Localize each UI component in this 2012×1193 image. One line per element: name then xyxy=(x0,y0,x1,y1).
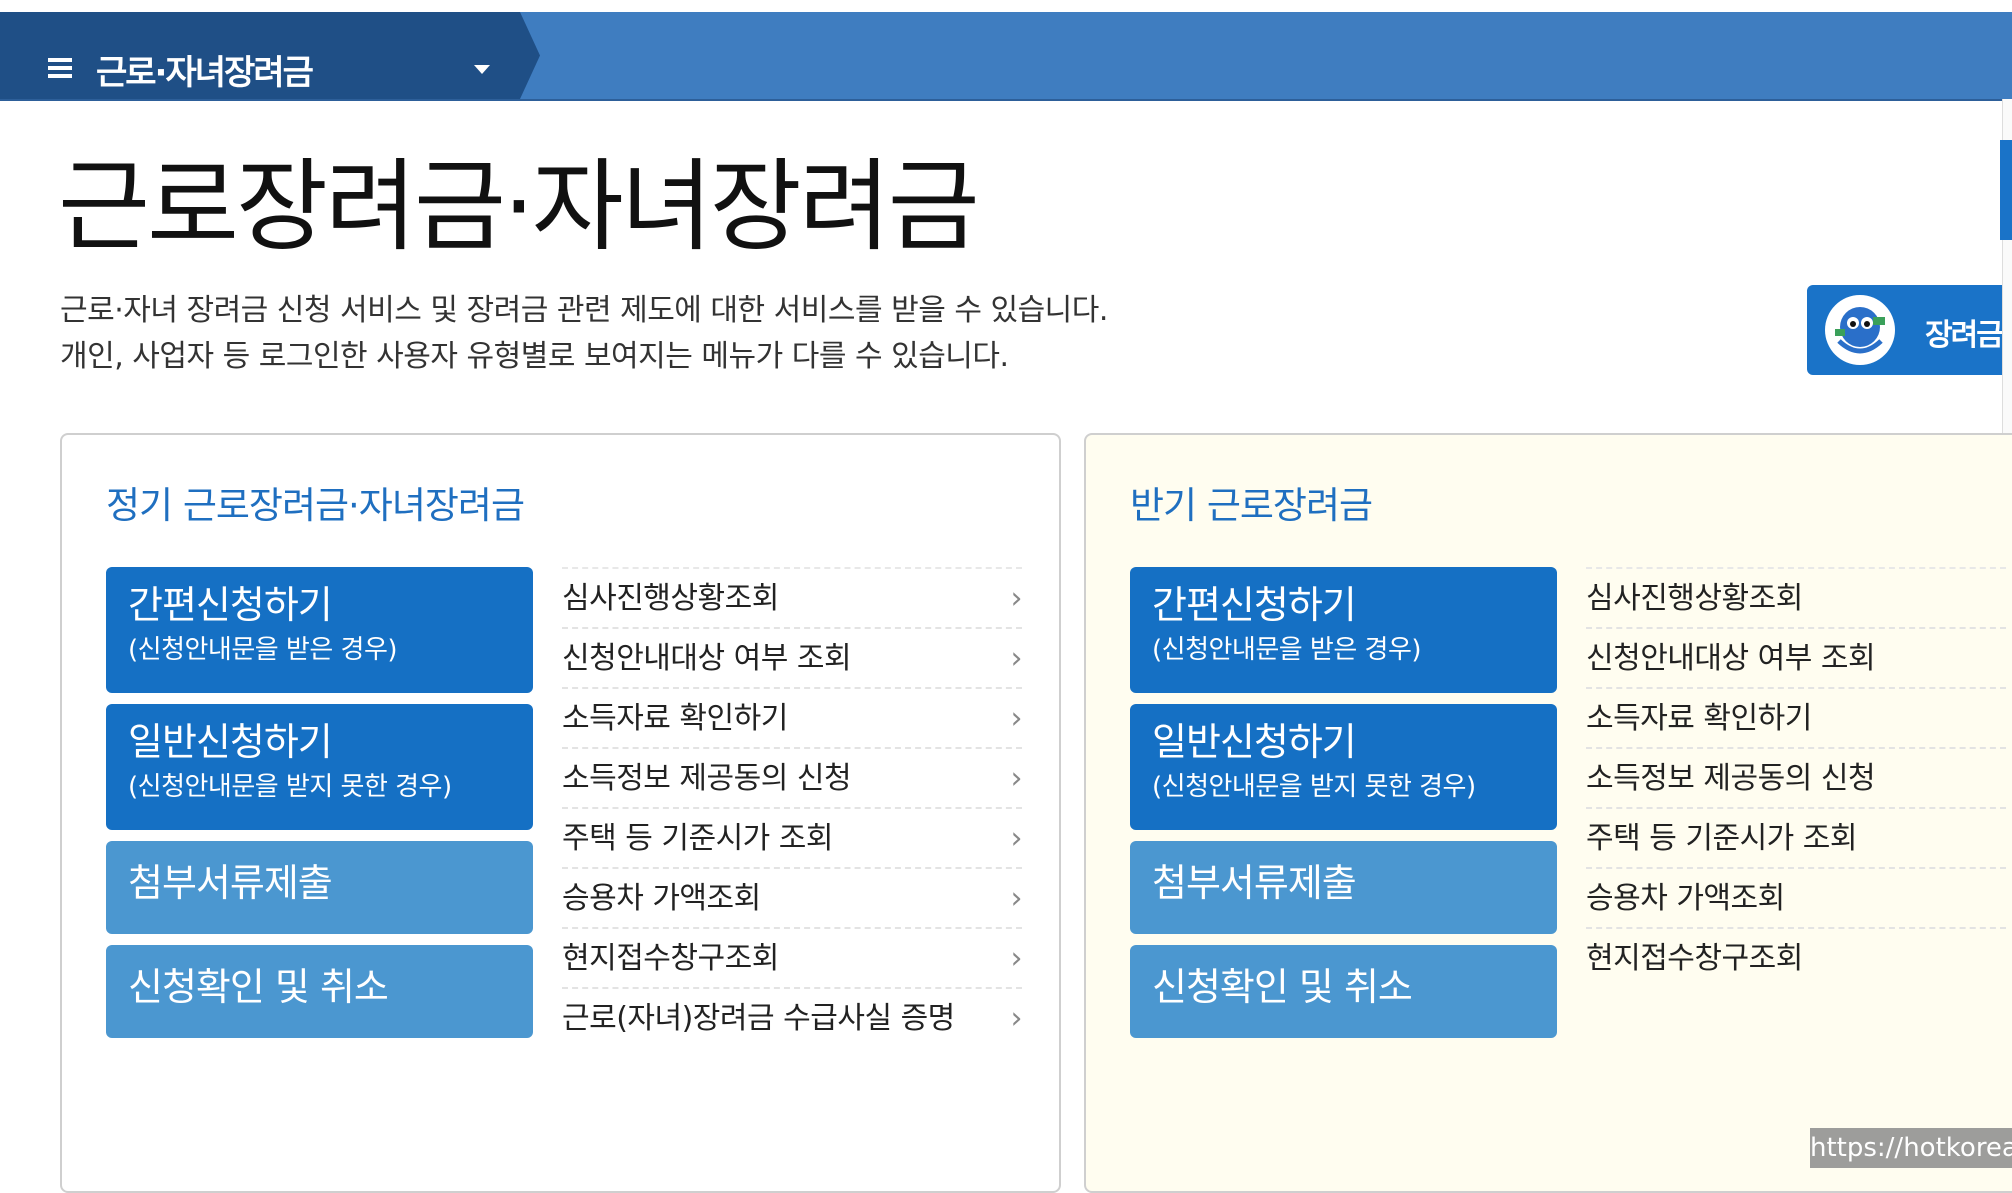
side-tab[interactable] xyxy=(2000,140,2012,240)
button-subtitle: (신청안내문을 받은 경우) xyxy=(128,634,398,665)
link-local-counter[interactable]: 현지접수창구조회 xyxy=(1586,927,2006,987)
link-local-counter[interactable]: 현지접수창구조회 › xyxy=(562,927,1022,987)
chevron-right-icon[interactable]: › xyxy=(1011,809,1023,869)
link-income-consent[interactable]: 소득정보 제공동의 신청 xyxy=(1586,747,2006,807)
confirm-cancel-button[interactable]: 신청확인 및 취소 xyxy=(106,945,533,1038)
page-title: 근로장려금·자녀장려금 xyxy=(58,148,980,265)
button-title: 간편신청하기 xyxy=(1152,583,1357,627)
button-title: 첨부서류제출 xyxy=(128,861,333,905)
chevron-right-icon[interactable]: › xyxy=(1011,689,1023,749)
link-label[interactable]: 소득정보 제공동의 신청 xyxy=(562,761,852,796)
regular-incentive-panel: 정기 근로장려금·자녀장려금 간편신청하기 (신청안내문을 받은 경우) 일반신… xyxy=(60,433,1061,1193)
service-link-list: 심사진행상황조회 신청안내대상 여부 조회 소득자료 확인하기 소득정보 제공동… xyxy=(1586,567,2006,987)
link-housing-price[interactable]: 주택 등 기준시가 조회 › xyxy=(562,807,1022,867)
link-income-data[interactable]: 소득자료 확인하기 › xyxy=(562,687,1022,747)
badge-label[interactable]: 장려금 xyxy=(1925,310,2004,354)
link-car-value[interactable]: 승용차 가액조회 xyxy=(1586,867,2006,927)
link-eligibility-check[interactable]: 신청안내대상 여부 조회 xyxy=(1586,627,2006,687)
button-subtitle: (신청안내문을 받지 못한 경우) xyxy=(1152,771,1476,802)
link-label[interactable]: 주택 등 기준시가 조회 xyxy=(562,821,834,856)
link-review-status[interactable]: 심사진행상황조회 › xyxy=(562,567,1022,627)
panel-title: 정기 근로장려금·자녀장려금 xyxy=(106,484,525,527)
button-title: 신청확인 및 취소 xyxy=(128,965,389,1009)
link-receipt-certificate[interactable]: 근로(자녀)장려금 수급사실 증명 › xyxy=(562,987,1022,1047)
link-label[interactable]: 소득자료 확인하기 xyxy=(562,701,788,736)
link-label[interactable]: 신청안내대상 여부 조회 xyxy=(562,641,852,676)
link-label[interactable]: 현지접수창구조회 xyxy=(562,941,779,976)
chevron-down-icon[interactable] xyxy=(474,65,490,74)
simple-apply-button[interactable]: 간편신청하기 (신청안내문을 받은 경우) xyxy=(106,567,533,693)
incentive-quick-link[interactable]: 장려금 xyxy=(1807,285,2012,375)
chevron-right-icon[interactable]: › xyxy=(1011,629,1023,689)
button-subtitle: (신청안내문을 받은 경우) xyxy=(1152,634,1422,665)
chevron-right-icon[interactable]: › xyxy=(1011,989,1023,1049)
link-housing-price[interactable]: 주택 등 기준시가 조회 xyxy=(1586,807,2006,867)
link-label[interactable]: 근로(자녀)장려금 수급사실 증명 xyxy=(562,1001,955,1036)
link-label[interactable]: 소득정보 제공동의 신청 xyxy=(1586,761,1876,796)
submit-documents-button[interactable]: 첨부서류제출 xyxy=(106,841,533,934)
link-label[interactable]: 심사진행상황조회 xyxy=(1586,581,1803,616)
description-line: 근로·자녀 장려금 신청 서비스 및 장려금 관련 제도에 대한 서비스를 받을… xyxy=(60,293,1108,328)
link-label[interactable]: 신청안내대상 여부 조회 xyxy=(1586,641,1876,676)
button-title: 첨부서류제출 xyxy=(1152,861,1357,905)
link-label[interactable]: 승용차 가액조회 xyxy=(1586,881,1785,916)
link-income-data[interactable]: 소득자료 확인하기 xyxy=(1586,687,2006,747)
general-apply-button[interactable]: 일반신청하기 (신청안내문을 받지 못한 경우) xyxy=(106,704,533,830)
nav-menu-label[interactable]: 근로·자녀장려금 xyxy=(96,45,314,94)
description-line: 개인, 사업자 등 로그인한 사용자 유형별로 보여지는 메뉴가 다를 수 있습… xyxy=(60,339,1009,374)
link-car-value[interactable]: 승용차 가액조회 › xyxy=(562,867,1022,927)
link-review-status[interactable]: 심사진행상황조회 xyxy=(1586,567,2006,627)
link-label[interactable]: 주택 등 기준시가 조회 xyxy=(1586,821,1858,856)
chevron-right-icon[interactable]: › xyxy=(1011,929,1023,989)
link-label[interactable]: 소득자료 확인하기 xyxy=(1586,701,1812,736)
button-subtitle: (신청안내문을 받지 못한 경우) xyxy=(128,771,452,802)
button-title: 신청확인 및 취소 xyxy=(1152,965,1413,1009)
link-eligibility-check[interactable]: 신청안내대상 여부 조회 › xyxy=(562,627,1022,687)
watermark: https://hotkorea.kr xyxy=(1810,1128,2012,1168)
simple-apply-button[interactable]: 간편신청하기 (신청안내문을 받은 경우) xyxy=(1130,567,1557,693)
link-income-consent[interactable]: 소득정보 제공동의 신청 › xyxy=(562,747,1022,807)
submit-documents-button[interactable]: 첨부서류제출 xyxy=(1130,841,1557,934)
confirm-cancel-button[interactable]: 신청확인 및 취소 xyxy=(1130,945,1557,1038)
service-link-list: 심사진행상황조회 › 신청안내대상 여부 조회 › 소득자료 확인하기 › 소득정보 … xyxy=(562,567,1022,1047)
page-description: 근로·자녀 장려금 신청 서비스 및 장려금 관련 제도에 대한 서비스를 받을… xyxy=(60,288,1108,380)
button-title: 일반신청하기 xyxy=(128,720,333,764)
chevron-right-icon[interactable]: › xyxy=(1011,569,1023,629)
nav-menu-selector[interactable]: 근로·자녀장려금 xyxy=(0,12,540,99)
button-title: 일반신청하기 xyxy=(1152,720,1357,764)
hamburger-menu-icon[interactable] xyxy=(48,58,72,78)
semiannual-incentive-panel: 반기 근로장려금 간편신청하기 (신청안내문을 받은 경우) 일반신청하기 (신… xyxy=(1084,433,2012,1193)
chevron-right-icon[interactable]: › xyxy=(1011,749,1023,809)
general-apply-button[interactable]: 일반신청하기 (신청안내문을 받지 못한 경우) xyxy=(1130,704,1557,830)
link-label[interactable]: 승용차 가액조회 xyxy=(562,881,761,916)
panel-title: 반기 근로장려금 xyxy=(1130,484,1373,527)
mascot-icon xyxy=(1825,295,1895,365)
link-label[interactable]: 현지접수창구조회 xyxy=(1586,941,1803,976)
button-title: 간편신청하기 xyxy=(128,583,333,627)
chevron-right-icon[interactable]: › xyxy=(1011,869,1023,929)
link-label[interactable]: 심사진행상황조회 xyxy=(562,581,779,616)
